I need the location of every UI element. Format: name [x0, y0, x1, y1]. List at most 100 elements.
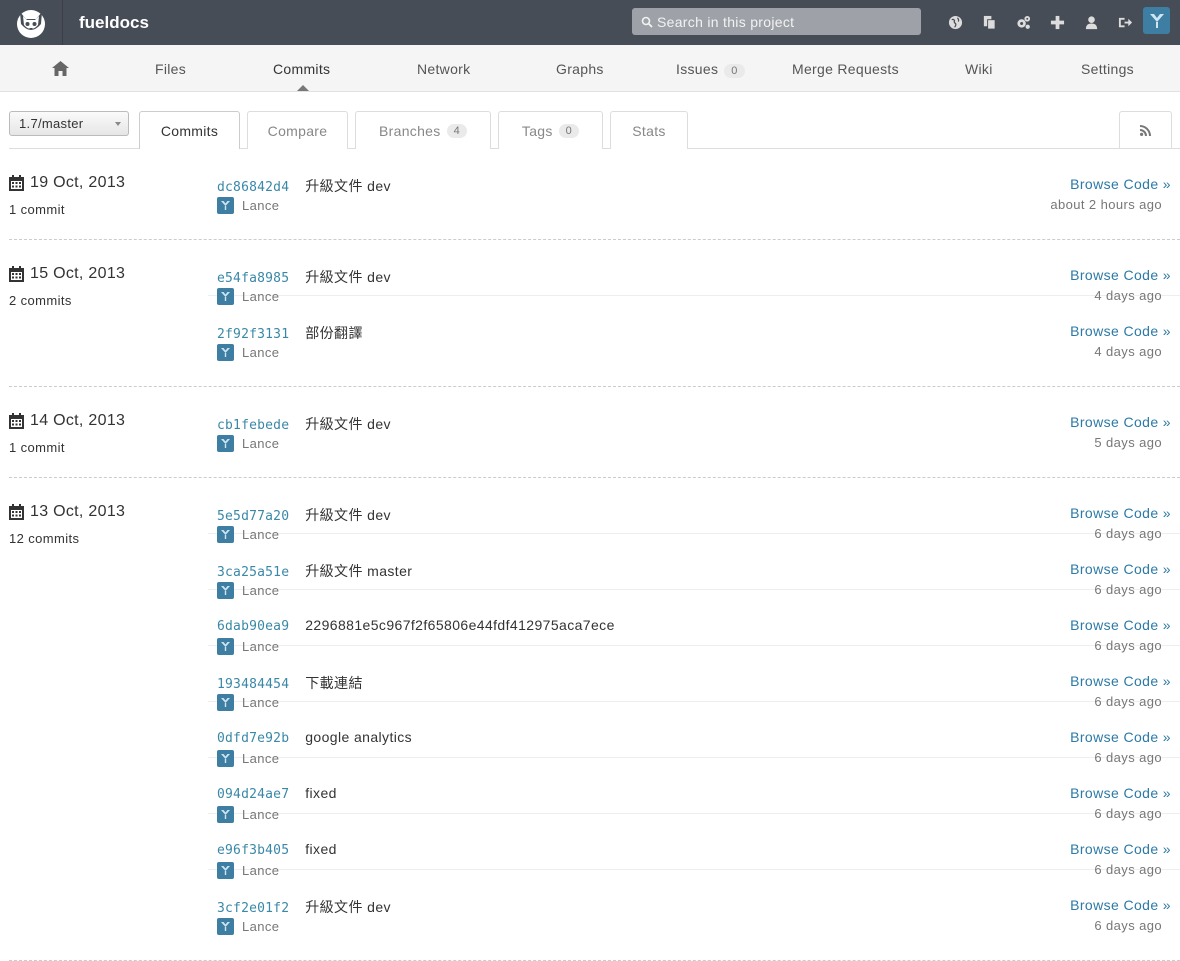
nav-merge-requests[interactable]: Merge Requests [792, 61, 899, 77]
commit-author[interactable]: Lance [217, 344, 279, 361]
commit-sha-link[interactable]: 3cf2e01f2 [217, 901, 289, 916]
day-date: 14 Oct, 2013 [9, 412, 125, 430]
author-name: Lance [242, 919, 280, 934]
commit-row: e54fa8985 升級文件 dev Lance Browse Code » 4 day… [208, 240, 1180, 305]
commit-sha-link[interactable]: 0dfd7e92b [217, 731, 289, 746]
commit-message-link[interactable]: 2296881e5c967f2f65806e44fdf412975aca7ece [305, 617, 615, 633]
browse-code-link[interactable]: Browse Code » [1070, 176, 1171, 192]
branch-select[interactable]: 1.7/master [9, 111, 129, 136]
calendar-icon [9, 413, 30, 429]
day-date-label: 15 Oct, 2013 [30, 265, 126, 282]
tab-stats[interactable]: Stats [610, 111, 688, 149]
rss-button[interactable] [1119, 111, 1172, 149]
commit-message-link[interactable]: 下載連結 [305, 673, 363, 693]
issues-count-badge: 0 [724, 64, 745, 78]
commit-author[interactable]: Lance [217, 918, 279, 935]
commit-sha-link[interactable]: e54fa8985 [217, 271, 289, 286]
nav-issues[interactable]: Issues 0 [676, 61, 745, 78]
browse-code-link[interactable]: Browse Code » [1070, 414, 1171, 430]
commit-sha-link[interactable]: 6dab90ea9 [217, 619, 289, 634]
nav-wiki[interactable]: Wiki [965, 61, 993, 77]
browse-code-link[interactable]: Browse Code » [1070, 785, 1171, 801]
day-date: 15 Oct, 2013 [9, 265, 125, 283]
tab-tags[interactable]: Tags 0 [498, 111, 603, 149]
browse-code-link[interactable]: Browse Code » [1070, 267, 1171, 283]
commit-message-link[interactable]: 升級文件 dev [305, 897, 391, 917]
commit-message-link[interactable]: 升級文件 dev [305, 176, 391, 196]
day-date: 13 Oct, 2013 [9, 503, 125, 521]
commit-sha-link[interactable]: cb1febede [217, 418, 289, 433]
nav-issues-label: Issues [676, 61, 719, 77]
commit-sha-link[interactable]: 3ca25a51e [217, 565, 289, 580]
commit-sha-link[interactable]: 5e5d77a20 [217, 509, 289, 524]
nav-commits[interactable]: Commits [273, 61, 330, 77]
day-date-label: 19 Oct, 2013 [30, 174, 126, 191]
nav-graphs[interactable]: Graphs [556, 61, 604, 77]
user-icon[interactable] [1074, 0, 1108, 45]
commit-row: 6dab90ea9 2296881e5c967f2f65806e44fdf4129… [208, 590, 1180, 655]
sign-out-icon[interactable] [1108, 0, 1142, 45]
tab-commits[interactable]: Commits [139, 111, 240, 149]
commit-day-group: 15 Oct, 2013 2 commits e54fa8985 升級文件 dev La… [9, 240, 1180, 387]
browse-code-link[interactable]: Browse Code » [1070, 729, 1171, 745]
commit-time: 6 days ago [1094, 918, 1162, 933]
commit-groups: 19 Oct, 2013 1 commit dc86842d4 升級文件 dev Lan… [0, 149, 1180, 961]
commit-author[interactable]: Lance [217, 197, 279, 214]
avatar[interactable] [1143, 7, 1170, 34]
rss-icon [1140, 125, 1151, 136]
commit-row: 0dfd7e92b google analytics Lance Browse Cod… [208, 702, 1180, 767]
project-title[interactable]: fueldocs [79, 13, 149, 33]
gitlab-logo-icon[interactable] [0, 0, 63, 45]
commit-row: 3ca25a51e 升級文件 master Lance Browse Code » 6 … [208, 534, 1180, 599]
browse-code-link[interactable]: Browse Code » [1070, 673, 1171, 689]
commit-message-link[interactable]: google analytics [305, 729, 412, 745]
search-placeholder: Search in this project [657, 13, 795, 30]
nav-network[interactable]: Network [417, 61, 470, 77]
author-name: Lance [242, 198, 280, 213]
commit-message-link[interactable]: 升級文件 master [305, 561, 412, 581]
browse-code-link[interactable]: Browse Code » [1070, 323, 1171, 339]
cogs-icon[interactable] [1006, 0, 1040, 45]
main-nav: Files Commits Network Graphs Issues 0 Mer… [0, 45, 1180, 92]
commit-sha-link[interactable]: dc86842d4 [217, 180, 289, 195]
nav-files[interactable]: Files [155, 61, 186, 77]
calendar-icon [9, 266, 30, 282]
browse-code-link[interactable]: Browse Code » [1070, 617, 1171, 633]
commit-sha-link[interactable]: 2f92f3131 [217, 327, 289, 342]
day-commit-count: 1 commit [9, 202, 65, 217]
tab-compare[interactable]: Compare [247, 111, 348, 149]
day-date: 19 Oct, 2013 [9, 174, 125, 192]
search-icon [641, 16, 653, 28]
commit-author[interactable]: Lance [217, 435, 279, 452]
globe-icon[interactable] [938, 0, 972, 45]
commit-message-link[interactable]: 升級文件 dev [305, 414, 391, 434]
commit-row: 5e5d77a20 升級文件 dev Lance Browse Code » 6 day… [208, 478, 1180, 543]
commit-message-link[interactable]: 部份翻譯 [305, 323, 363, 343]
browse-code-link[interactable]: Browse Code » [1070, 505, 1171, 521]
author-avatar [217, 344, 234, 361]
plus-icon[interactable] [1040, 0, 1074, 45]
copy-icon[interactable] [972, 0, 1006, 45]
commit-message-link[interactable]: fixed [305, 785, 337, 801]
day-commit-count: 1 commit [9, 440, 65, 455]
tab-branches-label: Branches [379, 122, 441, 139]
search-input[interactable]: Search in this project [632, 8, 921, 35]
day-date-label: 13 Oct, 2013 [30, 503, 126, 520]
commit-sha-link[interactable]: 193484454 [217, 677, 289, 692]
home-icon[interactable] [51, 60, 70, 80]
commit-list: e54fa8985 升級文件 dev Lance Browse Code » 4 day… [208, 240, 1180, 361]
nav-settings[interactable]: Settings [1081, 61, 1134, 77]
commit-message-link[interactable]: 升級文件 dev [305, 267, 391, 287]
commit-row: cb1febede 升級文件 dev Lance Browse Code » 5 day… [208, 387, 1180, 452]
commit-message-link[interactable]: 升級文件 dev [305, 505, 391, 525]
commit-message-link[interactable]: fixed [305, 841, 337, 857]
browse-code-link[interactable]: Browse Code » [1070, 561, 1171, 577]
calendar-icon [9, 504, 30, 520]
commit-sha-link[interactable]: e96f3b405 [217, 843, 289, 858]
commit-sha-link[interactable]: 094d24ae7 [217, 787, 289, 802]
tab-branches[interactable]: Branches 4 [355, 111, 491, 149]
browse-code-link[interactable]: Browse Code » [1070, 841, 1171, 857]
browse-code-link[interactable]: Browse Code » [1070, 897, 1171, 913]
day-header: 13 Oct, 2013 12 commits [9, 503, 125, 546]
day-date-label: 14 Oct, 2013 [30, 412, 126, 429]
